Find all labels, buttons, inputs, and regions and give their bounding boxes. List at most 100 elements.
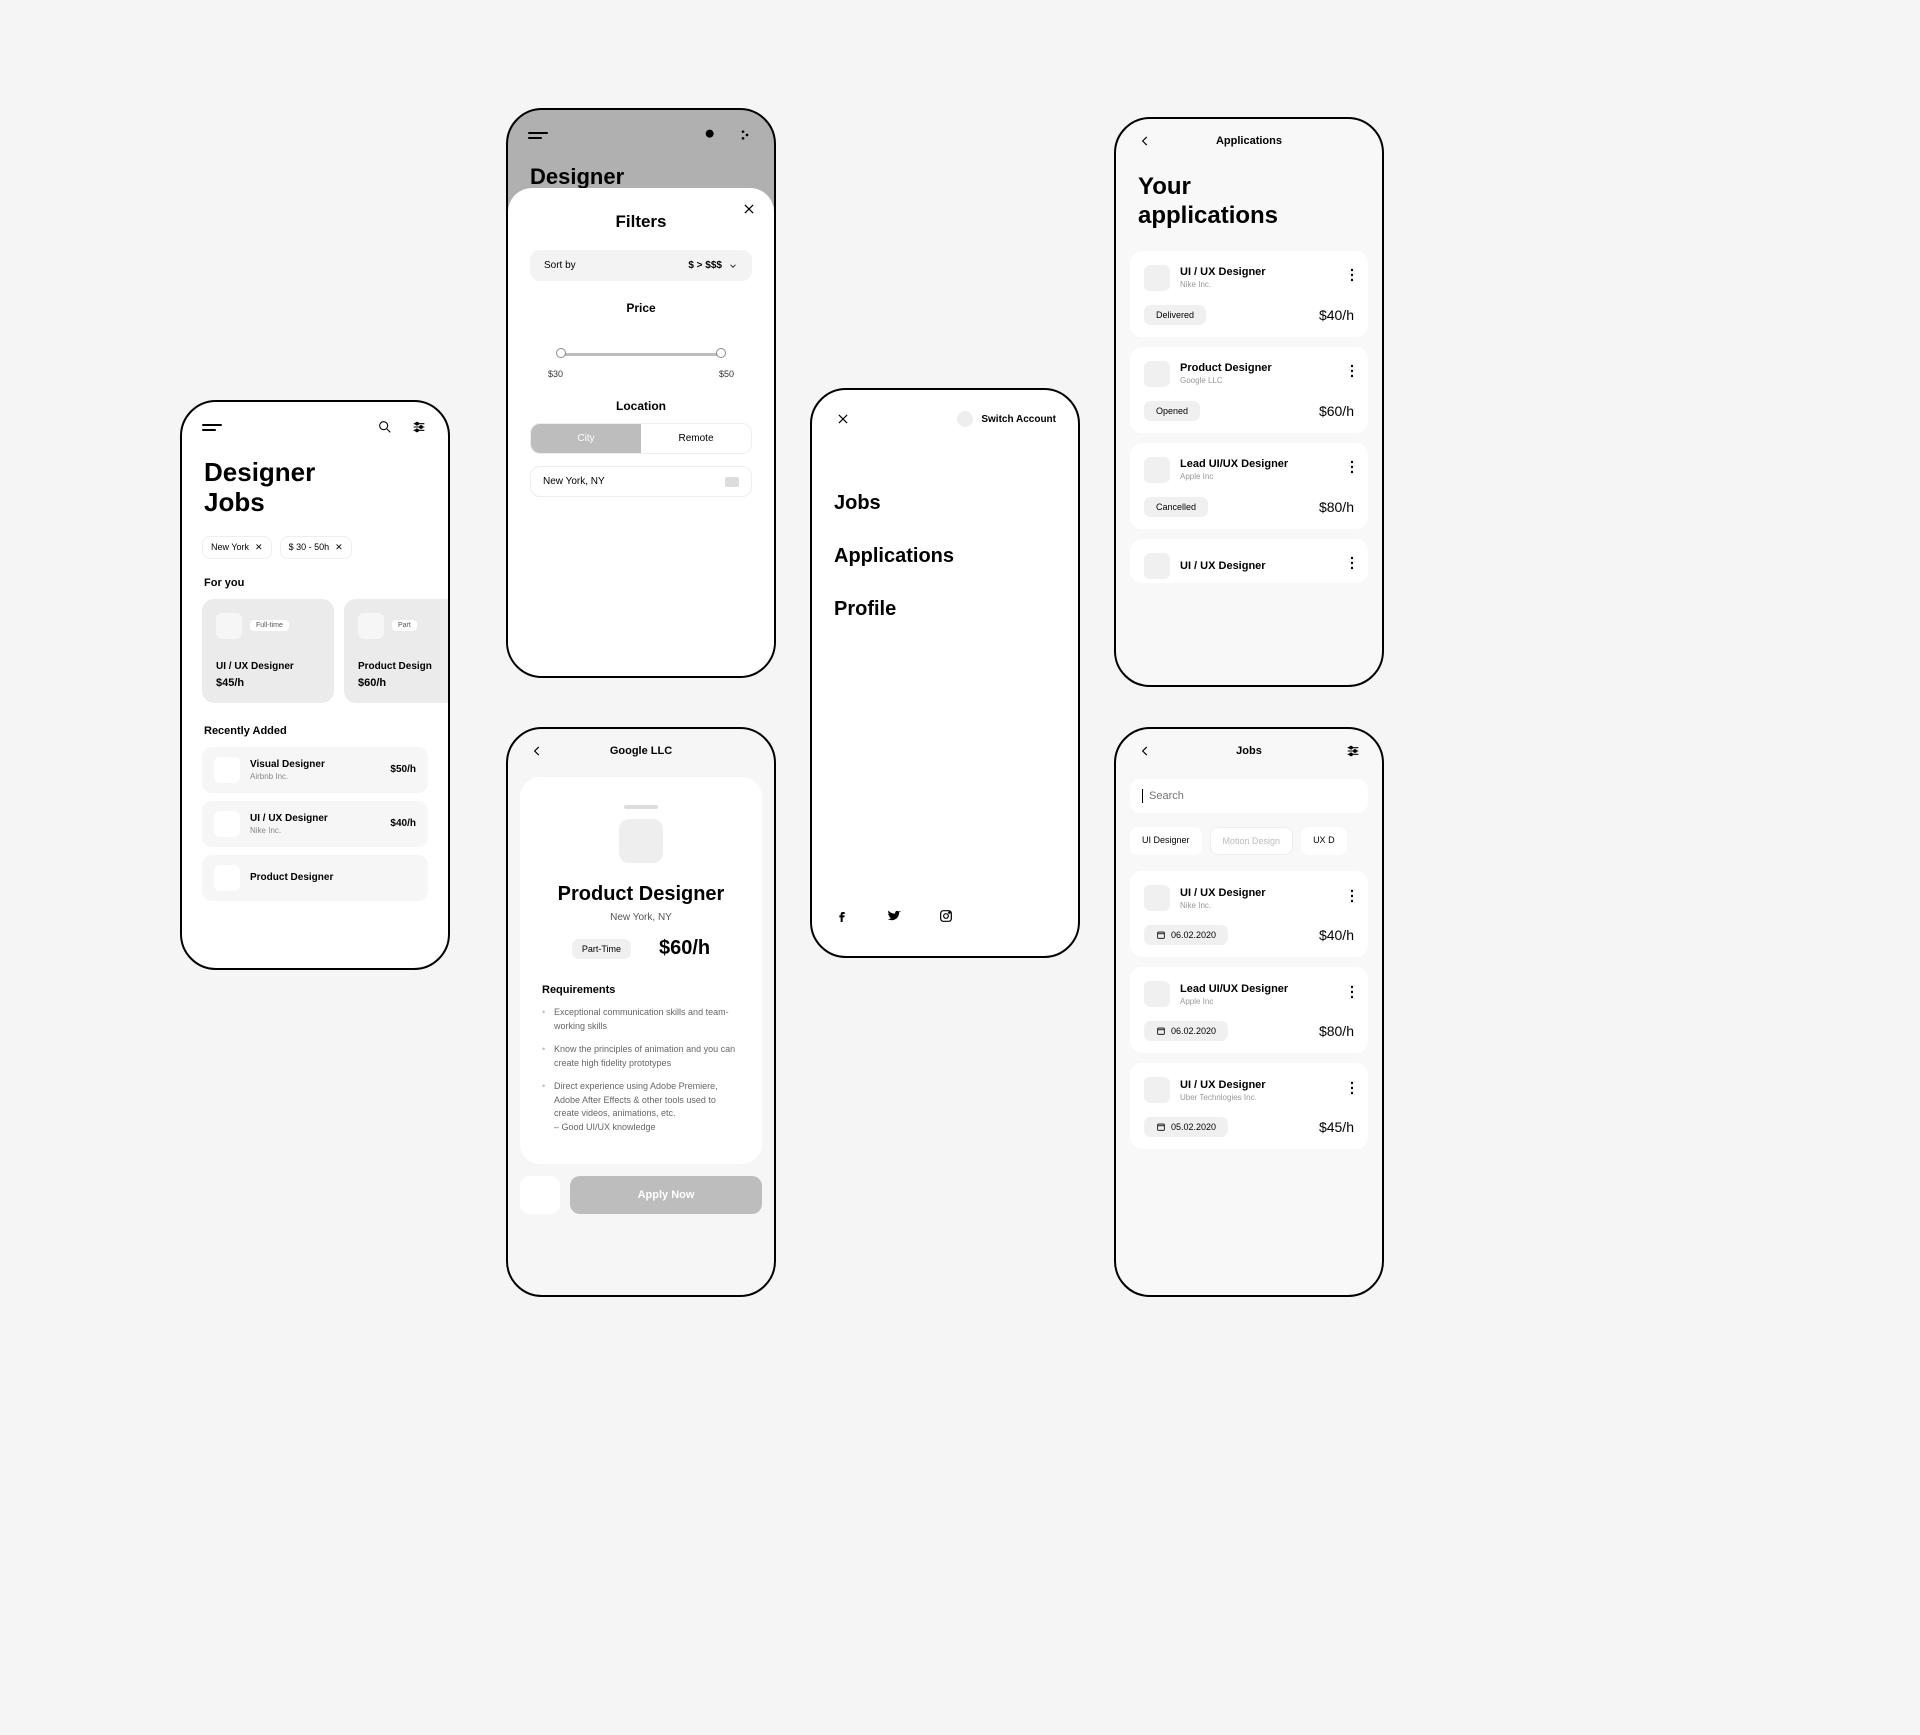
location-input[interactable]: New York, NY: [530, 466, 752, 497]
header-title: Applications: [1216, 135, 1282, 147]
status-badge: Opened: [1144, 401, 1200, 421]
facebook-icon[interactable]: [834, 908, 850, 924]
application-card[interactable]: UI / UX DesignerNike Inc. Delivered$40/h: [1130, 251, 1368, 337]
seg-remote[interactable]: Remote: [641, 424, 751, 453]
job-location: New York, NY: [542, 912, 740, 923]
back-icon[interactable]: [528, 742, 546, 760]
slider-handle-min[interactable]: [556, 348, 566, 358]
close-icon[interactable]: ✕: [335, 542, 343, 553]
job-detail-card: Product Designer New York, NY Part-Time …: [520, 777, 762, 1164]
job-card[interactable]: Part Product Design $60/h: [344, 599, 448, 703]
back-icon[interactable]: [1136, 742, 1154, 760]
topbar: [508, 110, 774, 160]
more-icon[interactable]: [1350, 1081, 1354, 1100]
search-field[interactable]: [1149, 790, 1356, 802]
section-heading: Recently Added: [182, 725, 448, 747]
more-icon[interactable]: [1350, 556, 1354, 575]
more-icon[interactable]: [1350, 889, 1354, 908]
company-logo: [214, 811, 240, 837]
company-name: Apple Inc: [1180, 997, 1340, 1006]
price-slider[interactable]: [536, 325, 746, 367]
company-name: Nike Inc.: [1180, 280, 1340, 289]
chip-price[interactable]: $ 30 - 50h✕: [280, 536, 352, 559]
slider-handle-max[interactable]: [716, 348, 726, 358]
page-title: Designer Jobs: [182, 452, 448, 536]
tag[interactable]: UX D: [1301, 827, 1347, 855]
topbar: Jobs: [1116, 729, 1382, 773]
company-logo: [1144, 361, 1170, 387]
menu-icon[interactable]: [528, 132, 548, 139]
back-icon[interactable]: [1136, 132, 1154, 150]
location-toggle: City Remote: [530, 423, 752, 454]
job-rate: $80/h: [1319, 1023, 1354, 1039]
more-icon[interactable]: [1350, 460, 1354, 479]
list-item[interactable]: UI / UX DesignerNike Inc.$40/h: [202, 801, 428, 847]
date-pill: 06.02.2020: [1144, 925, 1228, 945]
list-item[interactable]: Product Designer: [202, 855, 428, 901]
header-title: Google LLC: [610, 745, 672, 757]
social-row: [834, 908, 954, 924]
filter-icon[interactable]: [410, 418, 428, 436]
filter-icon[interactable]: [736, 126, 754, 144]
more-icon[interactable]: [1350, 364, 1354, 383]
requirement-item: Know the principles of animation and you…: [542, 1043, 740, 1070]
more-icon[interactable]: [1350, 985, 1354, 1004]
company-logo: [214, 865, 240, 891]
sheet-title: Filters: [530, 212, 752, 232]
close-icon[interactable]: [834, 410, 852, 428]
instagram-icon[interactable]: [938, 908, 954, 924]
job-title: Lead UI/UX Designer: [1180, 983, 1340, 995]
job-card[interactable]: Full-time UI / UX Designer $45/h: [202, 599, 334, 703]
section-heading: For you: [182, 577, 448, 599]
search-icon[interactable]: [376, 418, 394, 436]
job-card[interactable]: UI / UX DesignerNike Inc. 06.02.2020$40/…: [1130, 871, 1368, 957]
date-text: 06.02.2020: [1171, 1026, 1216, 1036]
close-icon[interactable]: ✕: [255, 542, 263, 553]
application-card[interactable]: Lead UI/UX DesignerApple Inc Cancelled$8…: [1130, 443, 1368, 529]
topbar: [182, 402, 448, 452]
menu-link-profile[interactable]: Profile: [834, 598, 1056, 621]
tag[interactable]: Motion Design: [1210, 827, 1294, 855]
twitter-icon[interactable]: [886, 908, 902, 924]
job-rate: $60/h: [358, 677, 448, 689]
search-icon[interactable]: [702, 126, 720, 144]
application-card[interactable]: Product DesignerGoogle LLC Opened$60/h: [1130, 347, 1368, 433]
job-rate: $60/h: [659, 937, 710, 960]
more-icon[interactable]: [1350, 268, 1354, 287]
location-heading: Location: [530, 399, 752, 413]
menu-icon[interactable]: [202, 424, 222, 431]
job-card[interactable]: Lead UI/UX Designer Apple Inc 06.02.2020 $…: [1130, 967, 1368, 1053]
search-input[interactable]: [1130, 779, 1368, 813]
company-name: Apple Inc: [1180, 472, 1340, 481]
company-name: Google LLC: [1180, 376, 1340, 385]
bookmark-button[interactable]: [520, 1176, 560, 1214]
filter-icon[interactable]: [1344, 742, 1362, 760]
job-card[interactable]: UI / UX DesignerUber Technlogies Inc. 05…: [1130, 1063, 1368, 1149]
menu-link-jobs[interactable]: Jobs: [834, 492, 1056, 515]
menu-link-applications[interactable]: Applications: [834, 545, 1056, 568]
avatar: [957, 411, 973, 427]
seg-city[interactable]: City: [531, 424, 641, 453]
application-card[interactable]: UI / UX Designer: [1130, 539, 1368, 583]
job-rate: $45/h: [216, 677, 320, 689]
job-title: UI / UX Designer: [1180, 887, 1340, 899]
status-badge: Delivered: [1144, 305, 1206, 325]
for-you-row: Full-time UI / UX Designer $45/h Part Pr…: [182, 599, 448, 725]
apply-button[interactable]: Apply Now: [570, 1176, 762, 1214]
job-rate: $40/h: [390, 818, 416, 829]
topbar: Google LLC: [508, 729, 774, 773]
requirement-item: Direct experience using Adobe Premiere, …: [542, 1080, 740, 1134]
tag[interactable]: UI Designer: [1130, 827, 1202, 855]
list-item[interactable]: Visual DesignerAirbnb Inc.$50/h: [202, 747, 428, 793]
drag-handle[interactable]: [624, 805, 658, 809]
filters-sheet: Filters Sort by $ > $$$ Price $30$50 Loc…: [508, 188, 774, 676]
sort-row[interactable]: Sort by $ > $$$: [530, 250, 752, 281]
job-title: Product Designer: [1180, 362, 1340, 374]
job-rate: $80/h: [1319, 499, 1354, 515]
location-value: New York, NY: [543, 476, 605, 487]
close-icon[interactable]: [742, 202, 756, 221]
chip-location[interactable]: New York✕: [202, 536, 272, 559]
switch-account[interactable]: Switch Account: [957, 411, 1056, 427]
category-tags: UI Designer Motion Design UX D: [1116, 827, 1382, 871]
job-type-badge: Full-time: [250, 620, 289, 631]
